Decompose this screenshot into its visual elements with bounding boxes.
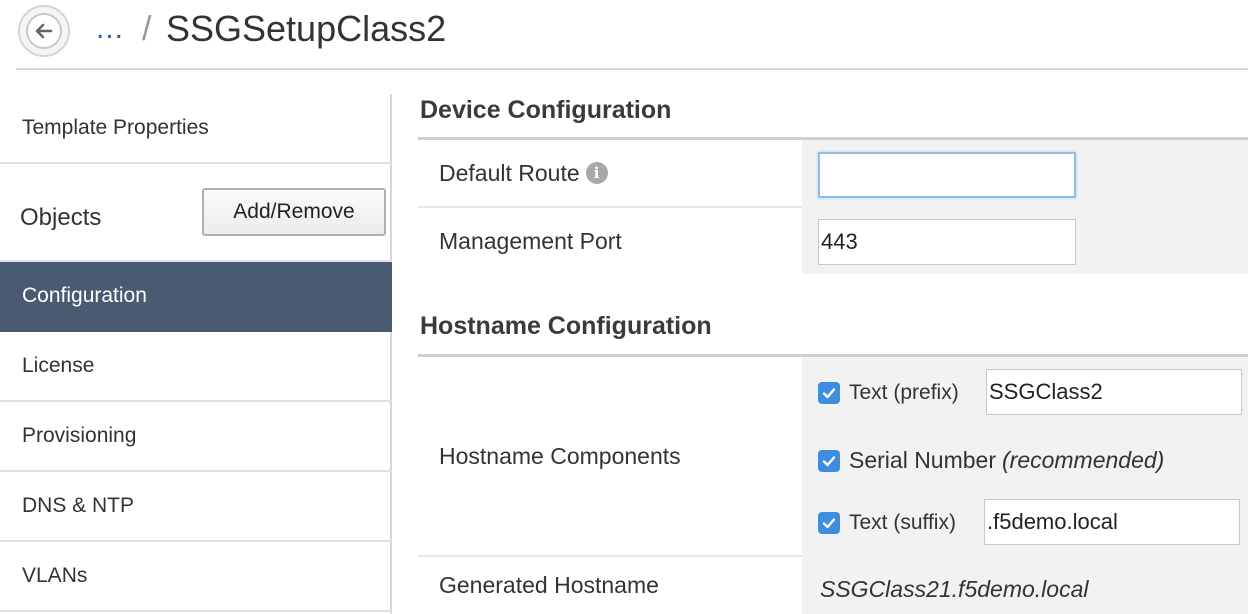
sidebar-item-label: VLANs	[22, 564, 88, 587]
checkmark-icon	[822, 388, 836, 399]
prefix-checkbox-row: Text (prefix)	[818, 381, 959, 405]
breadcrumb-separator: /	[142, 10, 152, 48]
breadcrumb-ellipsis[interactable]: ...	[96, 12, 124, 46]
sidebar-item-configuration[interactable]: Configuration	[0, 262, 392, 332]
hostname-components-label: Hostname Components	[439, 442, 681, 469]
prefix-input[interactable]	[986, 369, 1242, 415]
generated-hostname-label: Generated Hostname	[439, 572, 659, 598]
serial-number-checkbox[interactable]	[818, 449, 840, 472]
sidebar: Template Properties Objects Add/Remove C…	[0, 94, 392, 614]
management-port-input[interactable]	[818, 219, 1076, 265]
sidebar-item-label: Template Properties	[22, 116, 209, 139]
default-route-row: Default Route i	[418, 140, 802, 208]
sidebar-item-label: Configuration	[22, 284, 147, 307]
prefix-label: Text (prefix)	[849, 381, 959, 404]
default-route-label: Default Route	[439, 159, 580, 186]
device-config-title: Device Configuration	[420, 96, 672, 124]
suffix-label: Text (suffix)	[849, 511, 956, 534]
back-button[interactable]	[18, 5, 70, 57]
checkmark-icon	[822, 455, 836, 466]
serial-number-label: Serial Number	[849, 447, 996, 473]
page-header: ... / SSGSetupClass2	[0, 0, 1248, 70]
default-route-input[interactable]	[818, 152, 1076, 198]
sidebar-item-dns-ntp[interactable]: DNS & NTP	[0, 472, 392, 542]
info-icon[interactable]: i	[585, 162, 608, 184]
objects-label: Objects	[20, 204, 102, 231]
suffix-checkbox[interactable]	[818, 512, 840, 534]
objects-row: Objects Add/Remove	[0, 164, 392, 262]
sidebar-item-label: DNS & NTP	[22, 494, 135, 517]
suffix-checkbox-row: Text (suffix)	[818, 511, 956, 535]
suffix-input[interactable]	[984, 499, 1240, 545]
serial-number-note: (recommended)	[1002, 447, 1165, 473]
generated-hostname-row: Generated Hostname	[418, 557, 802, 614]
serial-checkbox-row: Serial Number (recommended)	[818, 447, 1164, 474]
sidebar-item-label: Provisioning	[22, 424, 137, 447]
prefix-checkbox[interactable]	[818, 382, 840, 404]
header-divider	[16, 68, 1248, 70]
checkmark-icon	[822, 518, 836, 529]
hostname-components-row: Hostname Components	[418, 357, 802, 557]
sidebar-item-license[interactable]: License	[0, 332, 392, 402]
add-remove-button[interactable]: Add/Remove	[202, 188, 386, 236]
management-port-row: Management Port	[418, 208, 802, 274]
sidebar-item-label: License	[22, 354, 95, 377]
sidebar-item-vlans[interactable]: VLANs	[0, 542, 392, 612]
sidebar-item-provisioning[interactable]: Provisioning	[0, 402, 392, 472]
page-title: SSGSetupClass2	[166, 8, 447, 49]
back-arrow-icon	[26, 13, 62, 49]
generated-hostname-value: SSGClass21.f5demo.local	[820, 576, 1089, 602]
management-port-label: Management Port	[439, 227, 622, 254]
sidebar-item-template-properties[interactable]: Template Properties	[0, 94, 392, 164]
hostname-config-title: Hostname Configuration	[420, 312, 712, 340]
